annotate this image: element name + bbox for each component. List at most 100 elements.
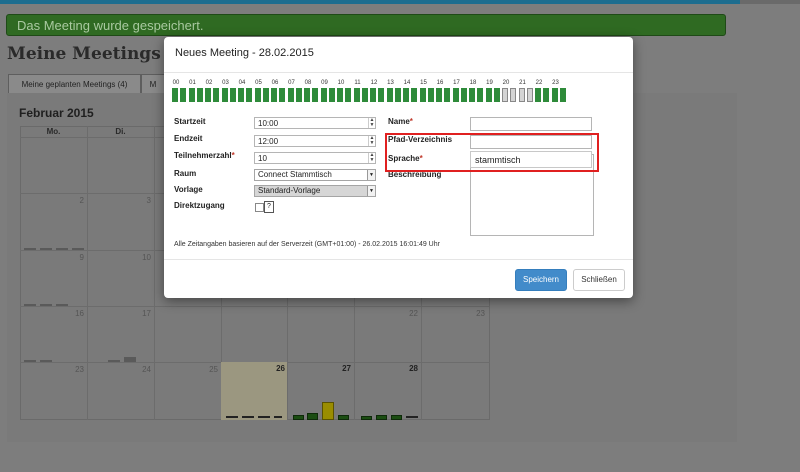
time-slot[interactable] xyxy=(320,88,327,102)
time-slot[interactable] xyxy=(337,88,343,102)
calendar-month: Februar 2015 xyxy=(19,106,94,120)
hour-label: 16 xyxy=(436,80,444,86)
time-slot[interactable] xyxy=(205,88,211,102)
time-slot[interactable] xyxy=(188,88,195,102)
tab-second[interactable]: M xyxy=(141,74,165,93)
time-slot[interactable] xyxy=(196,88,203,102)
name-input[interactable] xyxy=(470,117,592,131)
slot-dash xyxy=(72,248,84,250)
time-slot[interactable] xyxy=(370,88,376,102)
spinner-icon[interactable]: ▲ ▼ xyxy=(368,153,375,163)
time-slot[interactable] xyxy=(229,88,236,102)
slot-dash xyxy=(24,360,36,362)
time-slot[interactable] xyxy=(172,88,178,102)
time-slot[interactable] xyxy=(460,88,467,102)
time-slot[interactable] xyxy=(427,88,434,102)
time-slot[interactable] xyxy=(436,88,442,102)
modal-footer-divider xyxy=(164,259,633,260)
time-slot[interactable] xyxy=(378,88,385,102)
time-slot[interactable] xyxy=(477,88,484,102)
time-slot[interactable] xyxy=(403,88,409,102)
day-number: 2 xyxy=(79,196,84,205)
time-slot[interactable] xyxy=(543,88,550,102)
time-slot[interactable] xyxy=(493,88,500,102)
time-slot[interactable] xyxy=(238,88,244,102)
time-slot[interactable] xyxy=(180,88,187,102)
spinner-icon[interactable]: ▲ ▼ xyxy=(368,118,375,128)
time-slot[interactable] xyxy=(246,88,253,102)
time-slot[interactable] xyxy=(287,88,294,102)
day-number: 22 xyxy=(409,309,418,318)
end-time-input[interactable]: 12:00 ▲ ▼ xyxy=(254,135,376,147)
time-slot[interactable] xyxy=(535,88,541,102)
hour-label: 18 xyxy=(469,80,477,86)
day-number: 28 xyxy=(409,364,418,373)
direct-access-checkbox[interactable] xyxy=(255,203,264,212)
time-slot[interactable] xyxy=(279,88,286,102)
time-slot[interactable] xyxy=(419,88,426,102)
day-number: 23 xyxy=(75,365,84,374)
hour-label: 11 xyxy=(354,80,361,86)
template-select[interactable]: Standard-Vorlage ▼ xyxy=(254,185,376,197)
day-header-di: Di. xyxy=(115,127,126,136)
hour-label: 17 xyxy=(453,80,460,86)
room-value: Connect Stammtisch xyxy=(258,170,332,179)
slot-dash xyxy=(40,360,52,362)
time-slot[interactable] xyxy=(213,88,220,102)
time-slot[interactable] xyxy=(452,88,459,102)
time-slot[interactable] xyxy=(386,88,393,102)
spinner-icon[interactable]: ▲ ▼ xyxy=(368,136,375,146)
time-slot[interactable] xyxy=(469,88,475,102)
meeting-bar xyxy=(293,415,304,420)
highlight-box xyxy=(385,133,599,172)
save-button[interactable]: Speichern xyxy=(515,269,567,291)
time-slot[interactable] xyxy=(502,88,508,102)
time-slot[interactable] xyxy=(271,88,277,102)
help-button[interactable]: ? xyxy=(264,201,274,213)
time-slot[interactable] xyxy=(262,88,269,102)
hour-label: 02 xyxy=(205,80,213,86)
time-slot[interactable] xyxy=(328,88,335,102)
grid-line xyxy=(87,126,88,420)
time-slot[interactable] xyxy=(254,88,261,102)
top-strip xyxy=(0,0,800,4)
slot-dash xyxy=(40,304,52,306)
day-number: 23 xyxy=(476,309,485,318)
time-slot[interactable] xyxy=(510,88,517,102)
time-slot[interactable] xyxy=(559,88,566,102)
time-slot[interactable] xyxy=(345,88,352,102)
time-slot[interactable] xyxy=(518,88,525,102)
time-slot[interactable] xyxy=(312,88,319,102)
meeting-bar xyxy=(361,416,372,420)
time-slot[interactable] xyxy=(353,88,360,102)
hour-label: 09 xyxy=(321,80,328,86)
modal-header-divider xyxy=(164,72,633,73)
day-number: 10 xyxy=(142,253,151,262)
label-participants: Teilnehmerzahl* xyxy=(174,151,235,160)
start-time-input[interactable]: 10:00 ▲ ▼ xyxy=(254,117,376,129)
time-slot[interactable] xyxy=(394,88,401,102)
label-template: Vorlage xyxy=(174,185,203,194)
time-slot[interactable] xyxy=(221,88,228,102)
grid-line xyxy=(154,126,155,420)
label-start: Startzeit xyxy=(174,117,206,126)
meeting-bar xyxy=(338,415,349,420)
hour-label: 10 xyxy=(337,80,345,86)
time-slot[interactable] xyxy=(361,88,368,102)
time-slot[interactable] xyxy=(295,88,302,102)
time-slot[interactable] xyxy=(526,88,533,102)
time-slot[interactable] xyxy=(444,88,451,102)
participants-input[interactable]: 10 ▲ ▼ xyxy=(254,152,376,164)
time-slot-row xyxy=(172,88,569,102)
time-slot[interactable] xyxy=(411,88,418,102)
success-alert: Das Meeting wurde gespeichert. xyxy=(6,14,726,36)
time-slot[interactable] xyxy=(304,88,310,102)
room-select[interactable]: Connect Stammtisch ▼ xyxy=(254,169,376,181)
time-slot[interactable] xyxy=(551,88,558,102)
tab-planned-meetings[interactable]: Meine geplanten Meetings (4) xyxy=(8,74,141,93)
close-button[interactable]: Schließen xyxy=(573,269,625,291)
label-name-text: Name xyxy=(388,117,410,126)
time-slot[interactable] xyxy=(485,88,492,102)
modal-title: Neues Meeting - 28.02.2015 xyxy=(175,47,314,59)
meeting-bar xyxy=(307,413,318,420)
